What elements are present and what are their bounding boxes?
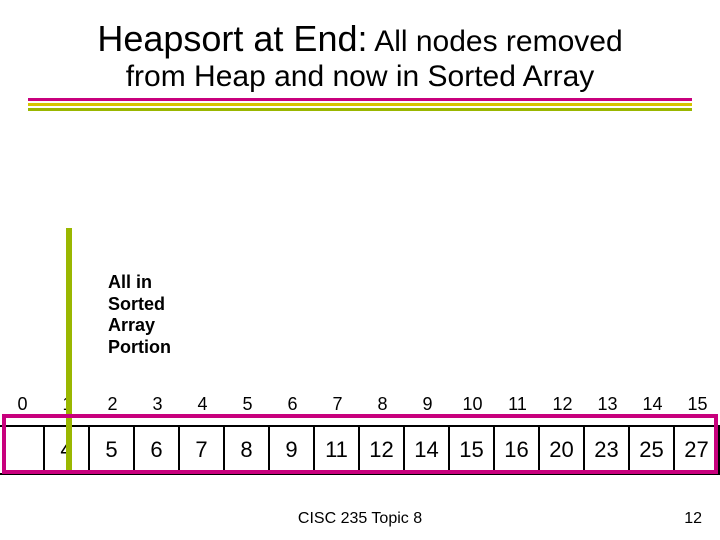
- value-cell: [0, 425, 43, 475]
- slide-title: Heapsort at End: All nodes removed from …: [0, 0, 720, 94]
- annotation-line-4: Portion: [108, 337, 208, 359]
- index-cell: 13: [585, 388, 630, 425]
- index-cell: 11: [495, 388, 540, 425]
- rule-green: [28, 108, 692, 111]
- index-row: 0123456789101112131415: [0, 388, 720, 425]
- title-underline: [28, 98, 692, 111]
- value-cell: 20: [540, 425, 585, 475]
- index-cell: 14: [630, 388, 675, 425]
- annotation-line-3: Array: [108, 315, 208, 337]
- value-cell: 8: [225, 425, 270, 475]
- index-cell: 7: [315, 388, 360, 425]
- index-cell: 9: [405, 388, 450, 425]
- title-strong: Heapsort at End:: [97, 18, 367, 59]
- sorted-portion-label: All in Sorted Array Portion: [108, 272, 208, 358]
- index-cell: 6: [270, 388, 315, 425]
- title-small-1: All nodes removed: [374, 25, 622, 58]
- array-table: 0123456789101112131415 45678911121415162…: [0, 388, 720, 475]
- heap-sorted-divider: [66, 228, 72, 472]
- annotation-line-1: All in: [108, 272, 208, 294]
- index-cell: 0: [0, 388, 45, 425]
- rule-magenta: [28, 98, 692, 101]
- value-cell: 16: [495, 425, 540, 475]
- index-cell: 2: [90, 388, 135, 425]
- value-cell: 14: [405, 425, 450, 475]
- title-line-1: Heapsort at End: All nodes removed: [0, 18, 720, 60]
- index-cell: 4: [180, 388, 225, 425]
- value-cell: 5: [90, 425, 135, 475]
- value-cell: 12: [360, 425, 405, 475]
- value-cell: 9: [270, 425, 315, 475]
- index-cell: 12: [540, 388, 585, 425]
- index-cell: 10: [450, 388, 495, 425]
- footer-topic: CISC 235 Topic 8: [0, 510, 720, 528]
- footer-page-number: 12: [684, 510, 702, 528]
- value-cell: 23: [585, 425, 630, 475]
- value-cell: 11: [315, 425, 360, 475]
- value-cell: 6: [135, 425, 180, 475]
- value-cell: 27: [675, 425, 720, 475]
- index-cell: 8: [360, 388, 405, 425]
- index-cell: 3: [135, 388, 180, 425]
- annotation-line-2: Sorted: [108, 294, 208, 316]
- rule-yellow: [28, 103, 692, 106]
- value-cell: 25: [630, 425, 675, 475]
- value-cell: 15: [450, 425, 495, 475]
- index-cell: 15: [675, 388, 720, 425]
- title-line-2: from Heap and now in Sorted Array: [0, 60, 720, 94]
- value-cell: 7: [180, 425, 225, 475]
- index-cell: 5: [225, 388, 270, 425]
- value-row: 456789111214151620232527: [0, 425, 720, 475]
